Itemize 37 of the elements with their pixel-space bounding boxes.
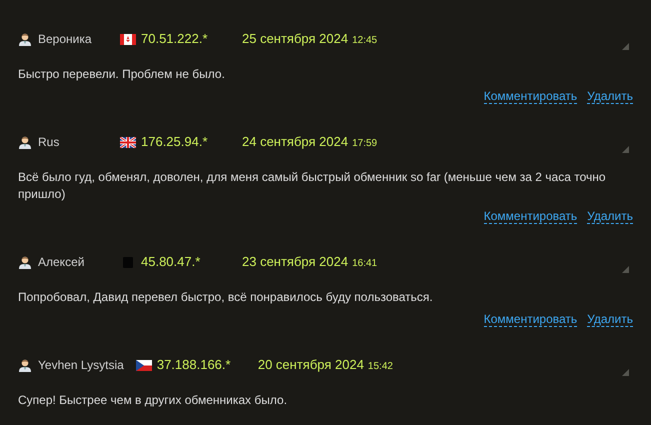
user-icon [18,135,32,149]
comment-date: 23 сентября 2024 [242,253,348,272]
comment-text: Попробовал, Давид перевел быстро, всё понравилось буду пользоваться. [18,289,434,306]
flag-icon [120,136,136,148]
comment-text: Супер! Быстрее чем в других обменниках было. [18,392,288,409]
comment-time: 17:59 [352,136,378,150]
flag-icon [136,360,152,370]
comment-time: 12:45 [352,34,378,48]
ip-address: 45.80.47.* [141,253,200,272]
delete-link[interactable]: Удалить [587,209,633,224]
comment-date: 20 сентября 2024 [258,356,364,374]
comment-time: 15:42 [368,360,393,374]
user-icon [18,32,32,46]
user-icon [18,255,32,269]
flag-icon [120,34,136,44]
comment-link[interactable]: Комментировать [484,89,578,104]
delete-link[interactable]: Удалить [587,89,633,104]
author-name: Алексей [38,254,84,271]
ip-address: 176.25.94.* [141,133,208,152]
comment-link[interactable]: Комментировать [484,312,578,327]
comment-link[interactable]: Комментировать [484,209,578,224]
corner-triangle-icon [622,146,629,152]
author-name: Rus [38,134,60,151]
author-name: Вероника [38,31,92,48]
comment-text: Быстро перевели. Проблем не было. [18,66,226,83]
ip-address: 37.188.166.* [156,356,231,374]
corner-triangle-icon [622,368,629,376]
ip-address: 70.51.222.* [141,30,208,48]
author-name: Yevhen Lysytsia [38,357,124,374]
comment-time: 16:41 [352,256,378,270]
user-icon [18,358,32,372]
comment-date: 24 сентября 2024 [242,133,348,152]
comment-text: Всё было гуд, обменял, доволен, для меня самый быстрый обменник so far (меньше чем за 2 часа точно пришло) [18,169,607,203]
delete-link[interactable]: Удалить [587,312,633,327]
comment-date: 25 сентября 2024 [242,30,348,48]
corner-triangle-icon [622,266,629,272]
corner-triangle-icon [622,42,629,50]
